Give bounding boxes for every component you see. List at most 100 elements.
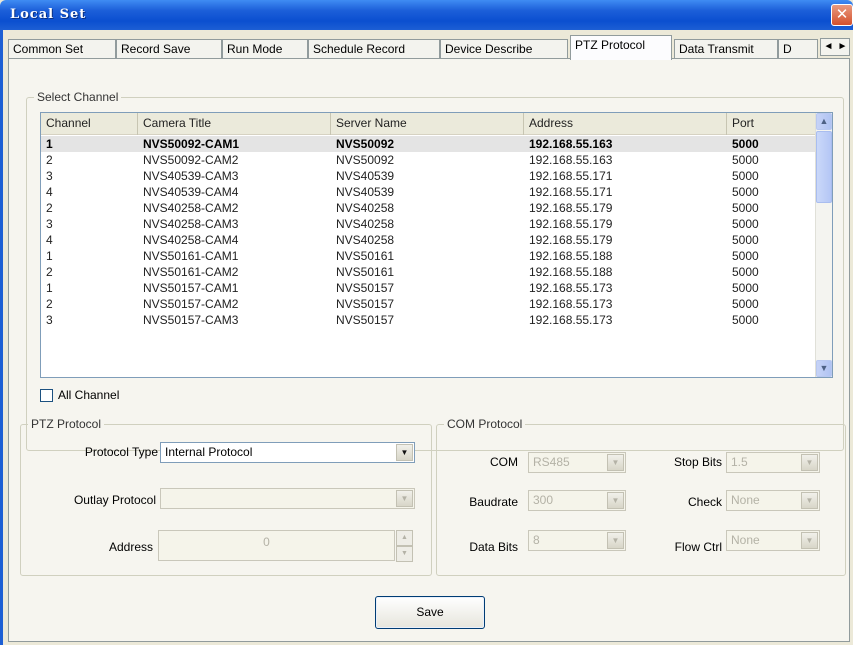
table-cell: NVS50157 — [336, 281, 395, 295]
table-cell: 192.168.55.163 — [529, 137, 613, 151]
outlay-protocol-select[interactable]: ▼ — [160, 488, 415, 509]
tab-device-describe[interactable]: Device Describe — [440, 39, 568, 59]
table-row[interactable]: 4 NVS40539-CAM4 NVS40539 192.168.55.171 5000 — [41, 184, 816, 200]
table-cell: 2 — [46, 297, 53, 311]
column-header-camera-title[interactable]: Camera Title — [138, 113, 331, 135]
table-row[interactable]: 2 NVS50092-CAM2 NVS50092 192.168.55.163 5000 — [41, 152, 816, 168]
table-row[interactable]: 1 NVS50157-CAM1 NVS50157 192.168.55.173 5000 — [41, 280, 816, 296]
chevron-down-icon[interactable]: ▼ — [607, 454, 624, 471]
chevron-down-icon[interactable]: ▼ — [801, 532, 818, 549]
chevron-down-icon[interactable]: ▼ — [607, 532, 624, 549]
table-cell: NVS50092-CAM1 — [143, 137, 240, 151]
table-cell: NVS40258-CAM2 — [143, 201, 239, 215]
channel-table[interactable]: Channel Camera Title Server Name Address… — [40, 112, 833, 378]
table-cell: NVS50092 — [336, 137, 395, 151]
table-cell: 192.168.55.171 — [529, 169, 613, 183]
title-bar: Local Set ✕ — [0, 0, 853, 30]
close-button[interactable]: ✕ — [831, 4, 853, 26]
table-cell: NVS40539-CAM4 — [143, 185, 239, 199]
tab-d[interactable]: D — [778, 39, 818, 59]
tab-scroll-right-icon[interactable]: ► — [835, 39, 850, 55]
tab-scroll-buttons: ◄ ► — [820, 38, 850, 56]
check-select[interactable]: None ▼ — [726, 490, 820, 511]
column-header-server-name[interactable]: Server Name — [331, 113, 524, 135]
scroll-thumb[interactable] — [816, 131, 832, 203]
all-channel-label: All Channel — [58, 388, 120, 402]
table-row[interactable]: 3 NVS40539-CAM3 NVS40539 192.168.55.171 5000 — [41, 168, 816, 184]
table-row[interactable]: 2 NVS50157-CAM2 NVS50157 192.168.55.173 5000 — [41, 296, 816, 312]
tab-record-save[interactable]: Record Save — [116, 39, 222, 59]
window-frame — [0, 30, 3, 645]
table-cell: NVS50157-CAM1 — [143, 281, 239, 295]
table-cell: NVS40258 — [336, 233, 395, 247]
chevron-down-icon[interactable]: ▼ — [607, 492, 624, 509]
table-row[interactable]: 2 NVS50161-CAM2 NVS50161 192.168.55.188 5000 — [41, 264, 816, 280]
tab-run-mode[interactable]: Run Mode — [222, 39, 308, 59]
table-cell: 5000 — [732, 297, 759, 311]
com-value: RS485 — [533, 455, 570, 469]
table-row[interactable]: 3 NVS40258-CAM3 NVS40258 192.168.55.179 5000 — [41, 216, 816, 232]
table-cell: NVS50161 — [336, 265, 395, 279]
window-title: Local Set — [10, 7, 87, 22]
scroll-up-icon[interactable]: ▲ — [816, 113, 832, 130]
baudrate-select[interactable]: 300 ▼ — [528, 490, 626, 511]
table-cell: 3 — [46, 217, 53, 231]
table-cell: 2 — [46, 153, 53, 167]
table-cell: NVS50157-CAM2 — [143, 297, 239, 311]
data-bits-select[interactable]: 8 ▼ — [528, 530, 626, 551]
protocol-type-select[interactable]: Internal Protocol ▼ — [160, 442, 415, 463]
table-cell: NVS50092 — [336, 153, 395, 167]
tab-ptz-protocol[interactable]: PTZ Protocol — [570, 35, 672, 60]
table-cell: 192.168.55.179 — [529, 217, 613, 231]
table-cell: 5000 — [732, 137, 759, 151]
outlay-protocol-label: Outlay Protocol — [73, 493, 156, 507]
table-row[interactable]: 1 NVS50161-CAM1 NVS50161 192.168.55.188 5000 — [41, 248, 816, 264]
baudrate-label: Baudrate — [469, 495, 518, 509]
table-cell: 5000 — [732, 153, 759, 167]
protocol-type-value: Internal Protocol — [165, 445, 253, 459]
data-bits-value: 8 — [533, 533, 540, 547]
table-cell: NVS50161-CAM2 — [143, 265, 239, 279]
table-row[interactable]: 4 NVS40258-CAM4 NVS40258 192.168.55.179 5000 — [41, 232, 816, 248]
chevron-down-icon[interactable]: ▼ — [396, 490, 413, 507]
chevron-down-icon[interactable]: ▼ — [801, 492, 818, 509]
table-scrollbar[interactable]: ▲ ▼ — [815, 113, 832, 377]
table-cell: NVS50092-CAM2 — [143, 153, 239, 167]
address-spin-buttons: ▲ ▼ — [396, 530, 413, 563]
select-channel-legend: Select Channel — [34, 90, 122, 104]
address-spinner[interactable]: 0 ▲ ▼ — [158, 530, 413, 562]
tab-data-transmit[interactable]: Data Transmit — [674, 39, 778, 59]
table-cell: 192.168.55.188 — [529, 265, 613, 279]
tab-schedule-record[interactable]: Schedule Record — [308, 39, 440, 59]
tab-scroll-left-icon[interactable]: ◄ — [821, 39, 836, 55]
stop-bits-value: 1.5 — [731, 455, 748, 469]
table-row[interactable]: 2 NVS40258-CAM2 NVS40258 192.168.55.179 5000 — [41, 200, 816, 216]
scroll-down-icon[interactable]: ▼ — [816, 360, 832, 377]
column-header-address[interactable]: Address — [524, 113, 727, 135]
table-row[interactable]: 1 NVS50092-CAM1 NVS50092 192.168.55.163 5000 — [41, 136, 816, 152]
com-select[interactable]: RS485 ▼ — [528, 452, 626, 473]
column-header-port[interactable]: Port — [727, 113, 816, 135]
table-cell: 5000 — [732, 185, 759, 199]
flow-ctrl-select[interactable]: None ▼ — [726, 530, 820, 551]
save-button[interactable]: Save — [375, 596, 485, 629]
table-cell: 5000 — [732, 265, 759, 279]
table-cell: 4 — [46, 185, 53, 199]
spin-down-icon[interactable]: ▼ — [396, 546, 413, 562]
column-header-channel[interactable]: Channel — [41, 113, 138, 135]
chevron-down-icon[interactable]: ▼ — [801, 454, 818, 471]
all-channel-checkbox[interactable] — [40, 389, 53, 402]
table-header: Channel Camera Title Server Name Address… — [41, 113, 816, 135]
tab-common-set[interactable]: Common Set — [8, 39, 116, 59]
table-cell: 192.168.55.171 — [529, 185, 613, 199]
stop-bits-select[interactable]: 1.5 ▼ — [726, 452, 820, 473]
chevron-down-icon[interactable]: ▼ — [396, 444, 413, 461]
spin-up-icon[interactable]: ▲ — [396, 530, 413, 546]
table-cell: 192.168.55.173 — [529, 281, 613, 295]
table-cell: NVS50157 — [336, 313, 395, 327]
table-cell: NVS50157-CAM3 — [143, 313, 239, 327]
table-row[interactable]: 3 NVS50157-CAM3 NVS50157 192.168.55.173 5000 — [41, 312, 816, 328]
address-value: 0 — [263, 535, 270, 549]
table-cell: 192.168.55.179 — [529, 233, 613, 247]
table-cell: 1 — [46, 249, 53, 263]
